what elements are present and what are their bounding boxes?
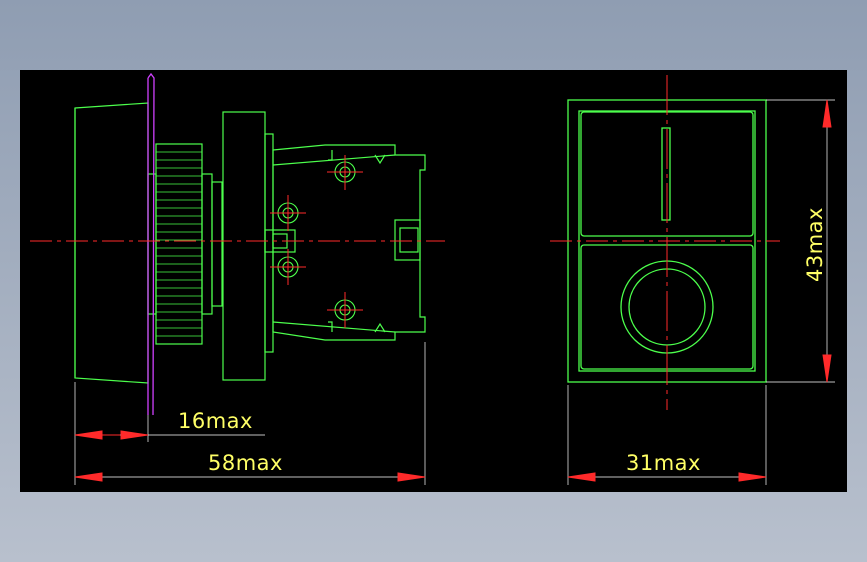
dimension-label-58: 58max xyxy=(208,451,283,475)
button-cap-outline xyxy=(74,102,149,384)
dimension-label-31: 31max xyxy=(626,451,701,475)
front-centerlines xyxy=(550,75,780,410)
dimension-label-16: 16max xyxy=(178,409,253,433)
technical-drawing: 16max 58max 31max 43max xyxy=(30,72,835,485)
knurled-ring xyxy=(155,143,203,345)
mounting-plate xyxy=(222,111,266,381)
indicator-bar xyxy=(661,127,671,221)
connector-tab xyxy=(394,219,421,261)
cad-viewport[interactable]: 16max 58max 31max 43max xyxy=(20,70,847,492)
panel-surface xyxy=(147,72,155,416)
side-centerlines xyxy=(30,155,445,328)
side-view xyxy=(74,102,426,384)
dimension-label-43: 43max xyxy=(803,207,827,282)
knurl-lines xyxy=(156,151,202,337)
